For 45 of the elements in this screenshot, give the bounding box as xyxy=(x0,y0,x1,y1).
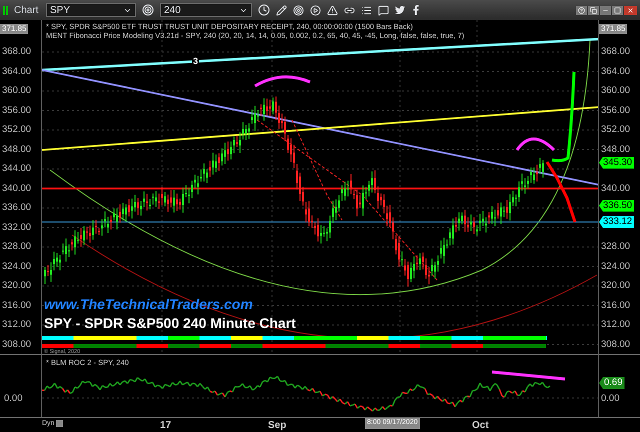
axis-label: 348.00 xyxy=(2,144,32,154)
symbol-dropdown[interactable]: SPY xyxy=(46,3,136,17)
axis-label: 344.00 xyxy=(2,163,32,174)
axis-label: 316.00 xyxy=(2,300,32,310)
axis-value-tag: 371.85 xyxy=(599,24,628,34)
axis-label: 328.00 xyxy=(2,241,32,252)
axis-label: 320.00 xyxy=(2,280,32,291)
window-title: Chart xyxy=(14,4,40,18)
axis-label: Sep xyxy=(268,419,286,432)
axis-label: 356.00 xyxy=(601,104,630,116)
axis-label: 0.00 xyxy=(601,392,620,406)
axis-label: 316.00 xyxy=(601,300,630,310)
axis-label: 360.00 xyxy=(2,85,32,96)
axis-label: 324.00 xyxy=(2,260,32,272)
axis-label: 348.00 xyxy=(601,144,630,154)
axis-label: 364.00 xyxy=(2,66,32,76)
axis-label: 336.00 xyxy=(2,202,32,213)
axis-label: 312.00 xyxy=(601,319,630,330)
price-tag: 333.12 xyxy=(599,216,634,228)
axis-label: 308.00 xyxy=(601,338,630,350)
axis-label: 364.00 xyxy=(601,66,630,76)
axis-value-tag: 371.85 xyxy=(0,24,28,34)
axis-label: 352.00 xyxy=(2,124,32,135)
axis-label: 0.00 xyxy=(4,392,22,406)
price-tag: 336.50 xyxy=(599,200,634,212)
axis-label: 312.00 xyxy=(2,319,32,330)
axis-label: 308.00 xyxy=(2,338,32,350)
axis-label: 340.00 xyxy=(601,182,630,194)
axis-label: 356.00 xyxy=(2,104,32,116)
wave-label: 3 xyxy=(192,56,200,66)
axis-label: 360.00 xyxy=(601,85,630,96)
interval-dropdown[interactable]: 240 xyxy=(160,3,252,17)
axis-label: 368.00 xyxy=(2,46,32,57)
chart-title: SPY - SPDR S&P500 240 Minute Chart xyxy=(44,314,296,333)
axis-label: 332.00 xyxy=(2,222,32,232)
axis-label: Oct xyxy=(472,419,489,432)
price-tag: 345.30 xyxy=(599,156,634,169)
axis-label: 340.00 xyxy=(2,182,32,194)
axis-label: 352.00 xyxy=(601,124,630,135)
axis-label: 320.00 xyxy=(601,280,630,291)
axis-label: 368.00 xyxy=(601,46,630,57)
value-tag: 0.69 xyxy=(599,377,624,389)
axis-label: 324.00 xyxy=(601,260,630,272)
axis-label: 328.00 xyxy=(601,241,630,252)
axis-label: 17 xyxy=(160,419,172,432)
